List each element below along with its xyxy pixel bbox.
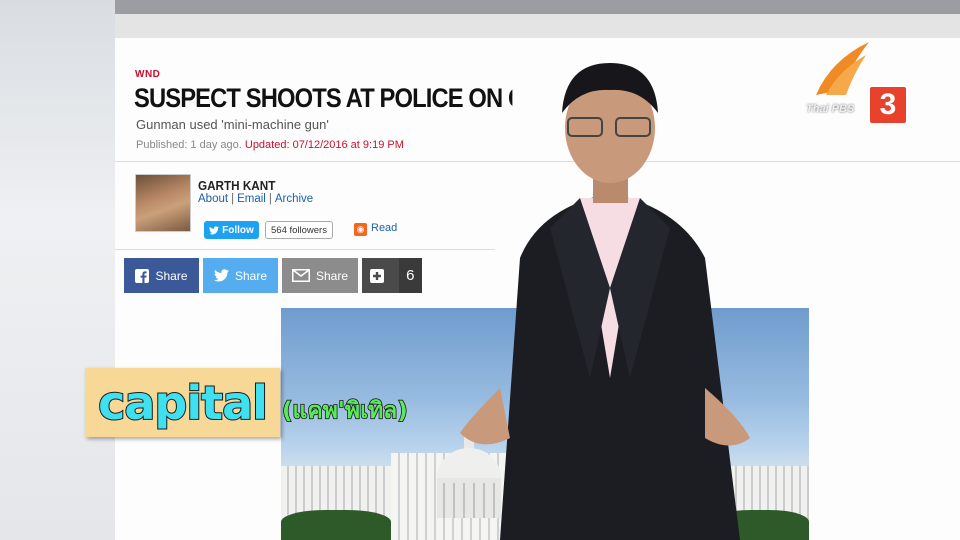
author-avatar[interactable] xyxy=(135,174,191,232)
vocabulary-word: capital xyxy=(97,375,269,431)
email-link[interactable]: Email xyxy=(237,193,266,205)
updated-text: Updated: 07/12/2016 at 9:19 PM xyxy=(244,139,404,151)
browser-toolbar xyxy=(115,14,960,38)
twitter-bird-icon xyxy=(209,225,220,234)
twitter-follow-button[interactable]: Follow xyxy=(204,221,259,239)
channel-number: 3 xyxy=(868,85,908,125)
author-links: About | Email | Archive xyxy=(198,193,314,205)
plus-icon xyxy=(362,258,393,293)
follow-label: Follow xyxy=(222,224,254,236)
divider xyxy=(115,249,495,250)
email-share-label: Share xyxy=(315,268,349,283)
browser-frame xyxy=(115,0,960,14)
about-link[interactable]: About xyxy=(198,193,228,205)
facebook-share-label: Share xyxy=(155,268,188,283)
bird-logo-icon xyxy=(816,42,869,95)
pronunciation-text: (แคพ'พิเทิล) xyxy=(281,397,408,425)
share-count: 6 xyxy=(398,258,422,293)
logo-hd-text: HD xyxy=(858,83,869,90)
facebook-icon xyxy=(135,268,150,283)
author-name[interactable]: GARTH KANT xyxy=(198,178,275,193)
twitter-share-button[interactable]: Share xyxy=(203,258,278,293)
twitter-share-label: Share xyxy=(234,268,268,283)
twitter-bird-icon xyxy=(213,269,229,282)
published-text: Published: 1 day ago. xyxy=(136,139,242,151)
publish-info: Published: 1 day ago. Updated: 07/12/201… xyxy=(136,139,404,151)
archive-link[interactable]: Archive xyxy=(275,193,313,205)
email-share-button[interactable]: Share xyxy=(282,258,358,293)
facebook-share-button[interactable]: Share xyxy=(124,258,199,293)
thai-pbs-logo: Thai PBS HD 3 xyxy=(806,40,911,125)
article-subhead: Gunman used 'mini-machine gun' xyxy=(136,117,329,132)
logo-brand-text: Thai PBS xyxy=(806,103,855,115)
trees-left xyxy=(281,510,391,540)
more-share-button[interactable]: 6 xyxy=(362,258,422,293)
vocabulary-caption-box: capital xyxy=(85,368,280,437)
rss-icon[interactable]: ◉ xyxy=(354,223,367,236)
source-label: WND xyxy=(135,69,161,80)
read-link[interactable]: Read xyxy=(371,222,397,234)
envelope-icon xyxy=(291,269,310,282)
followers-count: 564 followers xyxy=(265,221,333,239)
background-left xyxy=(0,0,115,540)
presenter-figure xyxy=(460,63,750,540)
